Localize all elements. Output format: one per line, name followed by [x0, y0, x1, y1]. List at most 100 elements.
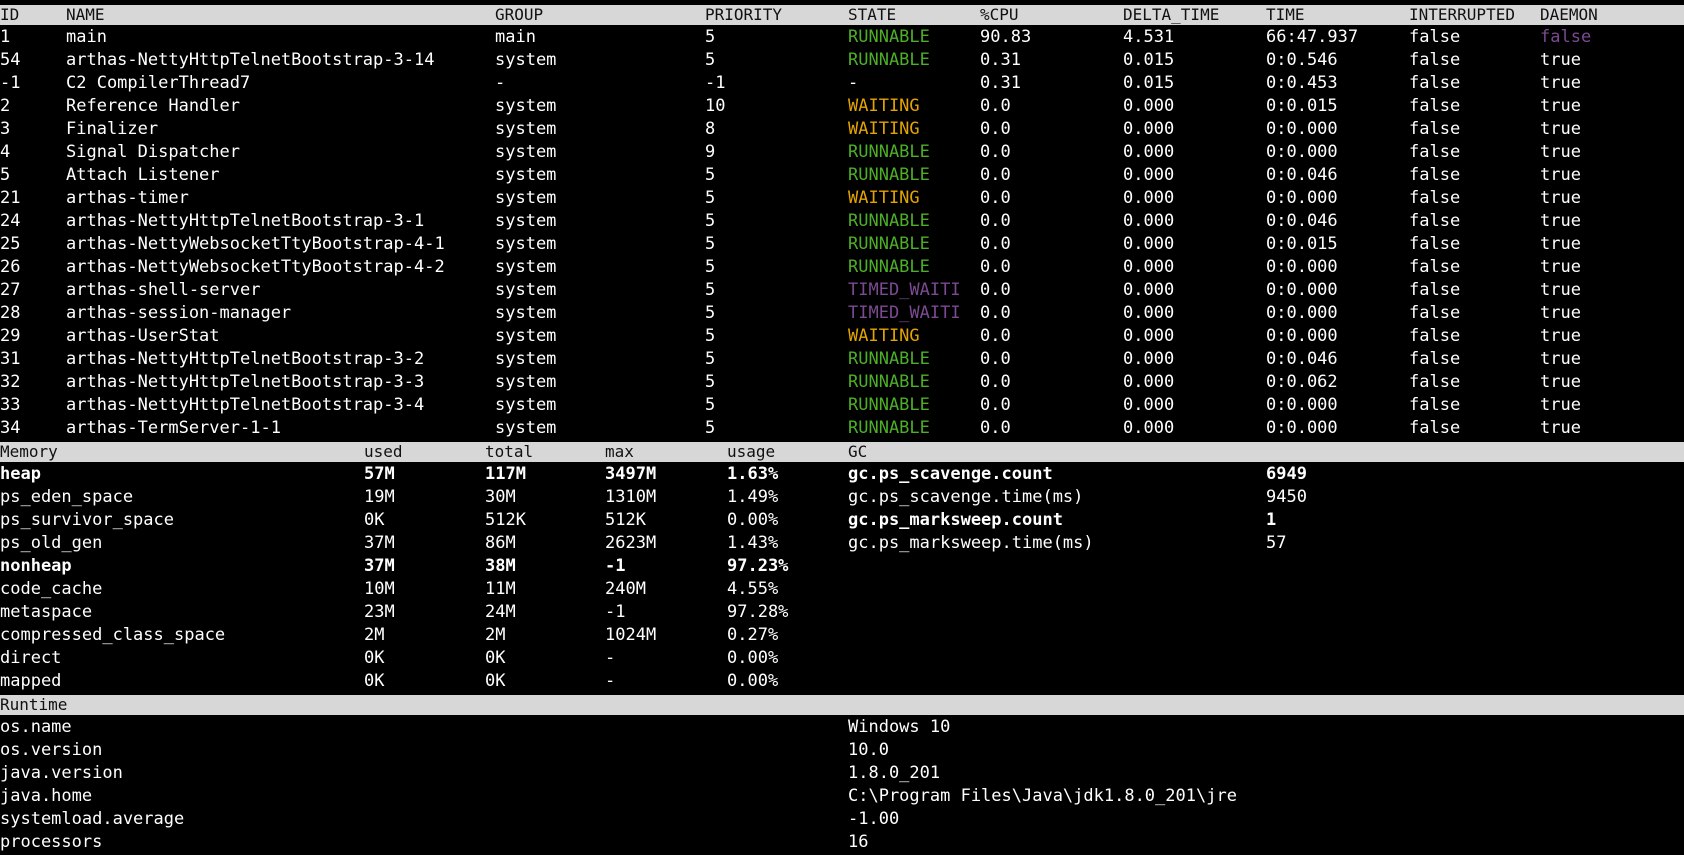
thread-interrupted: false [1409, 50, 1461, 70]
thread-daemon: true [1540, 73, 1581, 93]
thread-time: 0:0.000 [1266, 326, 1338, 346]
gc-row: gc.ps_marksweep.time(ms) 57 [848, 532, 1684, 555]
thread-interrupted: false [1409, 119, 1461, 139]
thread-group: system [495, 50, 557, 70]
thread-group: main [495, 27, 536, 47]
thread-daemon: true [1540, 234, 1581, 254]
table-row: -1 C2 CompilerThread7 - -1 - 0.31 0.015 0:0.453… [0, 72, 1684, 95]
column-header-delta: DELTA_TIME [1123, 5, 1220, 24]
table-row: nonheap 37M 38M -1 97.23% [0, 555, 1684, 578]
memory-total: 0K [485, 648, 506, 668]
thread-id: 4 [0, 142, 11, 162]
thread-state: RUNNABLE [848, 50, 930, 70]
thread-delta-time: 0.000 [1123, 188, 1175, 208]
thread-name: arthas-UserStat [66, 326, 220, 346]
thread-cpu: 0.0 [980, 188, 1011, 208]
table-row: java.version 1.8.0_201 [0, 762, 1684, 785]
thread-daemon: true [1540, 395, 1581, 415]
thread-time: 0:0.015 [1266, 234, 1338, 254]
memory-max: 240M [605, 579, 646, 599]
thread-id: 33 [0, 395, 21, 415]
memory-usage: 4.55% [727, 579, 779, 599]
thread-name: Signal Dispatcher [66, 142, 240, 162]
table-row: 27 arthas-shell-server system 5 TIMED_WAITI 0… [0, 279, 1684, 302]
thread-cpu: 0.0 [980, 257, 1011, 277]
thread-state: RUNNABLE [848, 418, 930, 438]
thread-group: system [495, 165, 557, 185]
memory-max: -1 [605, 602, 626, 622]
thread-name: arthas-NettyWebsocketTtyBootstrap-4-2 [66, 257, 445, 277]
thread-table-header: ID NAME GROUP PRIORITY STATE %CPU DELTA_TIME TI… [0, 5, 1684, 25]
thread-interrupted: false [1409, 280, 1461, 300]
thread-cpu: 0.0 [980, 395, 1011, 415]
memory-total: 24M [485, 602, 516, 622]
thread-time: 0:0.046 [1266, 211, 1338, 231]
gc-name: gc.ps_scavenge.time(ms) [848, 487, 1084, 507]
thread-daemon: false [1540, 27, 1592, 47]
runtime-value: -1.00 [848, 809, 900, 829]
thread-group: system [495, 142, 557, 162]
thread-time: 0:0.046 [1266, 165, 1338, 185]
memory-total: 38M [485, 556, 516, 576]
table-row: processors 16 [0, 831, 1684, 854]
gc-value: 9450 [1266, 487, 1307, 507]
thread-name: arthas-session-manager [66, 303, 292, 323]
thread-state: RUNNABLE [848, 27, 930, 47]
gc-value: 1 [1266, 510, 1277, 530]
thread-interrupted: false [1409, 142, 1461, 162]
table-row: os.name Windows 10 [0, 716, 1684, 739]
thread-cpu: 0.0 [980, 349, 1011, 369]
table-row: mapped 0K 0K - 0.00% [0, 670, 1684, 693]
thread-name: Attach Listener [66, 165, 220, 185]
memory-usage: 1.63% [727, 464, 779, 484]
thread-delta-time: 0.000 [1123, 142, 1175, 162]
memory-used: 2M [364, 625, 385, 645]
thread-cpu: 0.0 [980, 303, 1011, 323]
memory-used: 37M [364, 556, 395, 576]
column-header-interrupted: INTERRUPTED [1409, 5, 1515, 24]
gc-value: 6949 [1266, 464, 1307, 484]
memory-max: 512K [605, 510, 646, 530]
table-row: direct 0K 0K - 0.00% [0, 647, 1684, 670]
thread-delta-time: 0.000 [1123, 349, 1175, 369]
memory-name: metaspace [0, 602, 93, 622]
gc-row: gc.ps_scavenge.count 6949 [848, 463, 1684, 486]
gc-row: gc.ps_scavenge.time(ms) 9450 [848, 486, 1684, 509]
table-row: 34 arthas-TermServer-1-1 system 5 RUNNABLE 0.… [0, 417, 1684, 440]
memory-name: mapped [0, 671, 62, 691]
column-header-id: ID [0, 5, 20, 24]
thread-cpu: 0.0 [980, 211, 1011, 231]
memory-used: 0K [364, 648, 385, 668]
thread-group: system [495, 234, 557, 254]
thread-name: arthas-NettyHttpTelnetBootstrap-3-3 [66, 372, 425, 392]
thread-delta-time: 0.000 [1123, 257, 1175, 277]
thread-name: arthas-NettyHttpTelnetBootstrap-3-1 [66, 211, 425, 231]
thread-priority: 5 [705, 372, 716, 392]
thread-delta-time: 0.000 [1123, 119, 1175, 139]
thread-time: 0:0.062 [1266, 372, 1338, 392]
thread-id: 5 [0, 165, 11, 185]
thread-name: Reference Handler [66, 96, 240, 116]
thread-id: 1 [0, 27, 11, 47]
column-header-total: total [485, 442, 534, 461]
thread-priority: 5 [705, 280, 716, 300]
memory-max: 1024M [605, 625, 657, 645]
thread-priority: 5 [705, 349, 716, 369]
table-row: code_cache 10M 11M 240M 4.55% [0, 578, 1684, 601]
thread-state: RUNNABLE [848, 395, 930, 415]
thread-time: 0:0.000 [1266, 418, 1338, 438]
thread-delta-time: 0.015 [1123, 50, 1175, 70]
runtime-name: java.version [0, 763, 123, 783]
memory-max: -1 [605, 556, 626, 576]
gc-name: gc.ps_marksweep.time(ms) [848, 533, 1094, 553]
thread-name: arthas-NettyWebsocketTtyBootstrap-4-1 [66, 234, 445, 254]
thread-cpu: 0.0 [980, 119, 1011, 139]
table-row: os.version 10.0 [0, 739, 1684, 762]
table-row: 32 arthas-NettyHttpTelnetBootstrap-3-3 sys… [0, 371, 1684, 394]
column-header-group: GROUP [495, 5, 544, 24]
thread-delta-time: 0.000 [1123, 280, 1175, 300]
table-row: 31 arthas-NettyHttpTelnetBootstrap-3-2 sys… [0, 348, 1684, 371]
thread-name: arthas-TermServer-1-1 [66, 418, 281, 438]
thread-interrupted: false [1409, 418, 1461, 438]
thread-cpu: 0.0 [980, 234, 1011, 254]
